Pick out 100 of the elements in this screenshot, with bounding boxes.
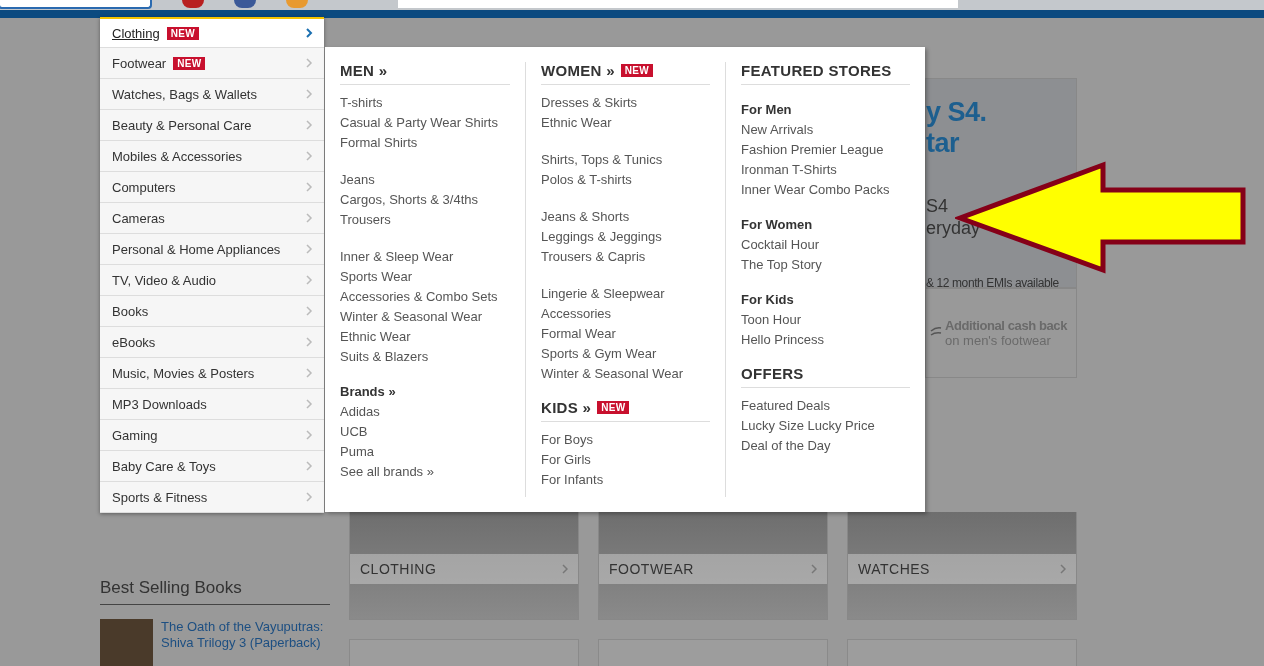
menu-subheading[interactable]: For Kids <box>741 290 910 310</box>
category-label: MP3 Downloads <box>112 396 207 412</box>
category-label: TV, Video & Audio <box>112 272 217 288</box>
chevron-icon <box>306 306 313 316</box>
menu-heading[interactable]: MEN » <box>340 62 388 79</box>
category-menu-item[interactable]: TV, Video & Audio <box>100 265 324 296</box>
menu-link[interactable]: Accessories & Combo Sets <box>340 287 510 307</box>
menu-link[interactable]: Jeans & Shorts <box>541 207 710 227</box>
category-menu-item[interactable]: Baby Care & Toys <box>100 451 324 482</box>
category-menu-item[interactable]: Books <box>100 296 324 327</box>
category-label: Sports & Fitness <box>112 489 208 505</box>
menu-link[interactable]: Inner & Sleep Wear <box>340 247 510 267</box>
menu-link[interactable]: Accessories <box>541 304 710 324</box>
menu-link[interactable]: Ironman T-Shirts <box>741 160 910 180</box>
category-photo-tile[interactable]: FOOTWEAR <box>598 512 828 620</box>
menu-link[interactable]: Fashion Premier League <box>741 140 910 160</box>
new-badge: NEW <box>620 64 653 77</box>
menu-link[interactable]: Lucky Size Lucky Price <box>741 416 910 436</box>
toolbar-icon[interactable] <box>182 0 204 8</box>
menu-link[interactable]: For Infants <box>541 470 710 490</box>
category-menu-item[interactable]: Footwear NEW <box>100 48 324 79</box>
menu-link[interactable]: Formal Wear <box>541 324 710 344</box>
menu-heading[interactable]: OFFERS <box>741 365 804 382</box>
chevron-icon <box>306 337 313 347</box>
chevron-icon <box>562 564 568 574</box>
category-label: Music, Movies & Posters <box>112 365 255 381</box>
chevron-icon <box>306 151 313 161</box>
menu-link[interactable]: Ethnic Wear <box>541 113 710 133</box>
chevron-icon <box>306 399 313 409</box>
category-menu-item[interactable]: Beauty & Personal Care <box>100 110 324 141</box>
menu-link[interactable]: T-shirts <box>340 93 510 113</box>
category-menu-item[interactable]: Cameras <box>100 203 324 234</box>
menu-link[interactable]: Hello Princess <box>741 330 910 350</box>
category-menu-item[interactable]: Personal & Home Appliances <box>100 234 324 265</box>
menu-link[interactable]: Featured Deals <box>741 396 910 416</box>
category-menu-item[interactable]: Watches, Bags & Wallets <box>100 79 324 110</box>
menu-link[interactable]: Winter & Seasonal Wear <box>340 307 510 327</box>
category-menu-item[interactable]: MP3 Downloads <box>100 389 324 420</box>
category-label: Watches, Bags & Wallets <box>112 86 257 102</box>
chevron-icon <box>306 244 313 254</box>
category-menu-item[interactable]: Sports & Fitness <box>100 482 324 513</box>
menu-link[interactable]: Deal of the Day <box>741 436 910 456</box>
menu-link[interactable]: For Boys <box>541 430 710 450</box>
menu-link[interactable]: Puma <box>340 442 510 462</box>
menu-link[interactable]: Jeans <box>340 170 510 190</box>
toolbar-icon[interactable] <box>234 0 256 8</box>
menu-subheading[interactable]: Brands » <box>340 382 510 402</box>
menu-link[interactable]: Polos & T-shirts <box>541 170 710 190</box>
menu-link[interactable]: Toon Hour <box>741 310 910 330</box>
menu-subheading[interactable]: For Men <box>741 100 910 120</box>
menu-link[interactable]: Cargos, Shorts & 3/4ths <box>340 190 510 210</box>
menu-link[interactable]: Trousers <box>340 210 510 230</box>
menu-link[interactable]: UCB <box>340 422 510 442</box>
menu-link[interactable]: Casual & Party Wear Shirts <box>340 113 510 133</box>
menu-heading[interactable]: FEATURED STORES <box>741 62 892 79</box>
menu-heading[interactable]: WOMEN » <box>541 62 615 79</box>
chevron-icon <box>306 28 313 38</box>
book-cover-placeholder <box>100 619 153 666</box>
category-photo-tile[interactable]: WATCHES <box>847 512 1077 620</box>
category-menu-item[interactable]: Gaming <box>100 420 324 451</box>
menu-link[interactable]: Winter & Seasonal Wear <box>541 364 710 384</box>
menu-link[interactable]: Inner Wear Combo Packs <box>741 180 910 200</box>
chevron-icon <box>306 120 313 130</box>
menu-link[interactable]: Suits & Blazers <box>340 347 510 367</box>
menu-link[interactable]: Shirts, Tops & Tunics <box>541 150 710 170</box>
menu-link[interactable]: Sports & Gym Wear <box>541 344 710 364</box>
category-menu-item[interactable]: Computers <box>100 172 324 203</box>
menu-link[interactable]: New Arrivals <box>741 120 910 140</box>
menu-link[interactable]: Formal Shirts <box>340 133 510 153</box>
banner-text: eryday <box>926 217 982 239</box>
banner-note: & 12 month EMIs available <box>926 276 1060 287</box>
category-menu-item[interactable]: Mobiles & Accessories <box>100 141 324 172</box>
menu-link[interactable]: Sports Wear <box>340 267 510 287</box>
menu-link[interactable]: Leggings & Jeggings <box>541 227 710 247</box>
menu-subheading[interactable]: For Women <box>741 215 910 235</box>
menu-link[interactable]: The Top Story <box>741 255 910 275</box>
banner-headline: tar <box>926 128 960 159</box>
menu-link[interactable]: Trousers & Capris <box>541 247 710 267</box>
category-menu-item[interactable]: Clothing NEW <box>100 17 324 48</box>
chevron-icon <box>306 89 313 99</box>
address-field[interactable] <box>0 0 152 9</box>
menu-heading[interactable]: KIDS » <box>541 399 592 416</box>
search-field[interactable] <box>398 0 958 8</box>
category-menu-item[interactable]: Music, Movies & Posters <box>100 358 324 389</box>
menu-link[interactable]: See all brands » <box>340 462 510 482</box>
menu-link[interactable]: Adidas <box>340 402 510 422</box>
new-badge: NEW <box>166 26 199 40</box>
category-photo-tile[interactable]: CLOTHING <box>349 512 579 620</box>
menu-link[interactable]: For Girls <box>541 450 710 470</box>
banner-text: S4 <box>926 195 950 217</box>
chevron-icon <box>306 368 313 378</box>
category-menu-item[interactable]: eBooks <box>100 327 324 358</box>
category-label: Footwear <box>112 55 167 71</box>
tile-label: CLOTHING <box>360 561 437 577</box>
menu-link[interactable]: Dresses & Skirts <box>541 93 710 113</box>
menu-link[interactable]: Cocktail Hour <box>741 235 910 255</box>
chevron-icon <box>306 182 313 192</box>
menu-link[interactable]: Ethnic Wear <box>340 327 510 347</box>
menu-link[interactable]: Lingerie & Sleepwear <box>541 284 710 304</box>
category-label: Computers <box>112 179 176 195</box>
